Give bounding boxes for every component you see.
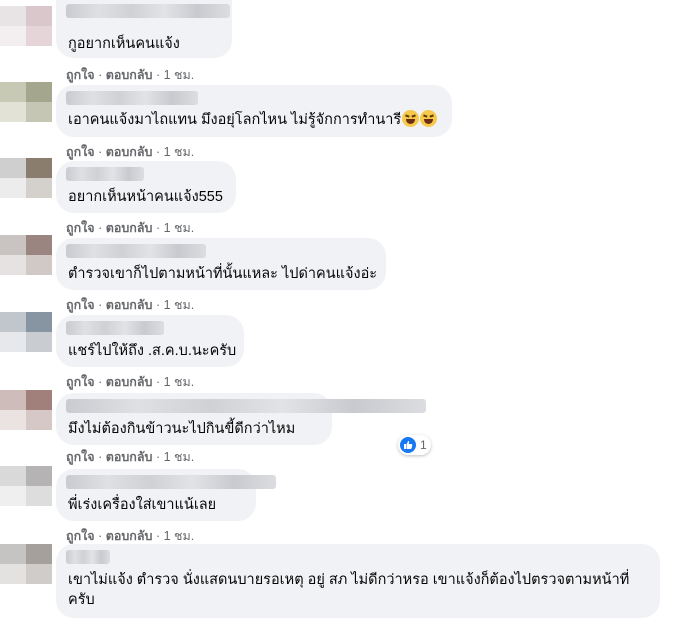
avatar[interactable] — [0, 235, 52, 275]
blurred-author-name[interactable] — [66, 4, 230, 18]
comment-bubble: อยากเห็นหน้าคนแจ้ง555 — [56, 161, 236, 213]
like-link[interactable]: ถูกใจ — [66, 375, 95, 389]
comment-text: มึงไม่ต้องกินข้าวนะไปกินขี้ดีกว่าไหม — [68, 421, 296, 437]
avatar[interactable] — [0, 158, 52, 198]
comment-actions: ถูกใจ · ตอบกลับ · 1 ชม. — [66, 145, 195, 159]
avatar[interactable] — [0, 390, 52, 430]
comment-bubble: ตำรวจเขาก็ไปตามหน้าที่นั้นแหละ ไปด่าคนแจ… — [56, 238, 386, 290]
like-link[interactable]: ถูกใจ — [66, 221, 95, 235]
like-link[interactable]: ถูกใจ — [66, 68, 95, 82]
blurred-author-name[interactable] — [66, 550, 110, 564]
blurred-author-name[interactable] — [66, 91, 198, 105]
timestamp[interactable]: 1 ชม. — [164, 375, 195, 389]
timestamp[interactable]: 1 ชม. — [164, 529, 195, 543]
reaction-count-label: 1 — [420, 438, 427, 452]
comment-actions: ถูกใจ · ตอบกลับ · 1 ชม. — [66, 375, 195, 389]
like-link[interactable]: ถูกใจ — [66, 529, 95, 543]
comment-text: อยากเห็นหน้าคนแจ้ง555 — [68, 189, 223, 205]
blurred-author-name[interactable] — [66, 475, 276, 489]
blurred-author-name[interactable] — [66, 321, 164, 335]
comment-bubble: เอาคนแจ้งมาไถแทน มึงอยุ่โลกไหน ไม่รู้จัก… — [56, 85, 452, 137]
comment-bubble: แชร์ไปให้ถึง .ส.ค.บ.นะครับ — [56, 315, 244, 367]
reply-link[interactable]: ตอบกลับ — [106, 221, 153, 235]
laughing-emoji-icon — [402, 110, 420, 127]
timestamp[interactable]: 1 ชม. — [164, 450, 195, 464]
reply-link[interactable]: ตอบกลับ — [106, 298, 153, 312]
comment-actions: ถูกใจ · ตอบกลับ · 1 ชม. — [66, 298, 195, 312]
comment-text: แชร์ไปให้ถึง .ส.ค.บ.นะครับ — [68, 343, 237, 359]
timestamp[interactable]: 1 ชม. — [164, 68, 195, 82]
like-link[interactable]: ถูกใจ — [66, 450, 95, 464]
comment-bubble: พี่เร่งเครื่องใส่เขาแน้เลย — [56, 469, 276, 521]
blurred-author-name[interactable] — [66, 244, 206, 258]
blurred-author-name[interactable] — [66, 167, 144, 181]
comment-bubble: กูอยากเห็นคนแจ้ง — [56, 0, 232, 58]
reply-link[interactable]: ตอบกลับ — [106, 450, 153, 464]
blurred-author-name[interactable] — [66, 399, 426, 413]
comment-actions: ถูกใจ · ตอบกลับ · 1 ชม. — [66, 68, 195, 82]
comment-text: กูอยากเห็นคนแจ้ง — [68, 36, 180, 52]
thumbs-up-icon — [400, 437, 416, 453]
comment-bubble: เขาไม่แจ้ง ตำรวจ นั่งแสดนบายรอเหตุ อยู่ … — [56, 544, 660, 618]
avatar[interactable] — [0, 544, 52, 584]
avatar[interactable] — [0, 6, 52, 46]
like-link[interactable]: ถูกใจ — [66, 145, 95, 159]
reply-link[interactable]: ตอบกลับ — [106, 529, 153, 543]
comment-text: ตำรวจเขาก็ไปตามหน้าที่นั้นแหละ ไปด่าคนแจ… — [68, 266, 378, 282]
comment-text: เขาไม่แจ้ง ตำรวจ นั่งแสดนบายรอเหตุ อยู่ … — [68, 572, 630, 608]
reply-link[interactable]: ตอบกลับ — [106, 375, 153, 389]
timestamp[interactable]: 1 ชม. — [164, 145, 195, 159]
comment-actions: ถูกใจ · ตอบกลับ · 1 ชม. — [66, 221, 195, 235]
comment-text: เอาคนแจ้งมาไถแทน มึงอยุ่โลกไหน ไม่รู้จัก… — [68, 110, 438, 130]
avatar[interactable] — [0, 466, 52, 506]
like-link[interactable]: ถูกใจ — [66, 298, 95, 312]
reply-link[interactable]: ตอบกลับ — [106, 145, 153, 159]
timestamp[interactable]: 1 ชม. — [164, 221, 195, 235]
reaction-count[interactable]: 1 — [398, 435, 431, 455]
avatar[interactable] — [0, 82, 52, 122]
comment-actions: ถูกใจ · ตอบกลับ · 1 ชม. — [66, 450, 195, 464]
comment-bubble: มึงไม่ต้องกินข้าวนะไปกินขี้ดีกว่าไหม — [56, 393, 426, 445]
timestamp[interactable]: 1 ชม. — [164, 298, 195, 312]
reply-link[interactable]: ตอบกลับ — [106, 68, 153, 82]
avatar[interactable] — [0, 312, 52, 352]
comment-actions: ถูกใจ · ตอบกลับ · 1 ชม. — [66, 529, 195, 543]
laughing-emoji-icon — [420, 110, 438, 127]
comment-text: พี่เร่งเครื่องใส่เขาแน้เลย — [68, 497, 217, 513]
